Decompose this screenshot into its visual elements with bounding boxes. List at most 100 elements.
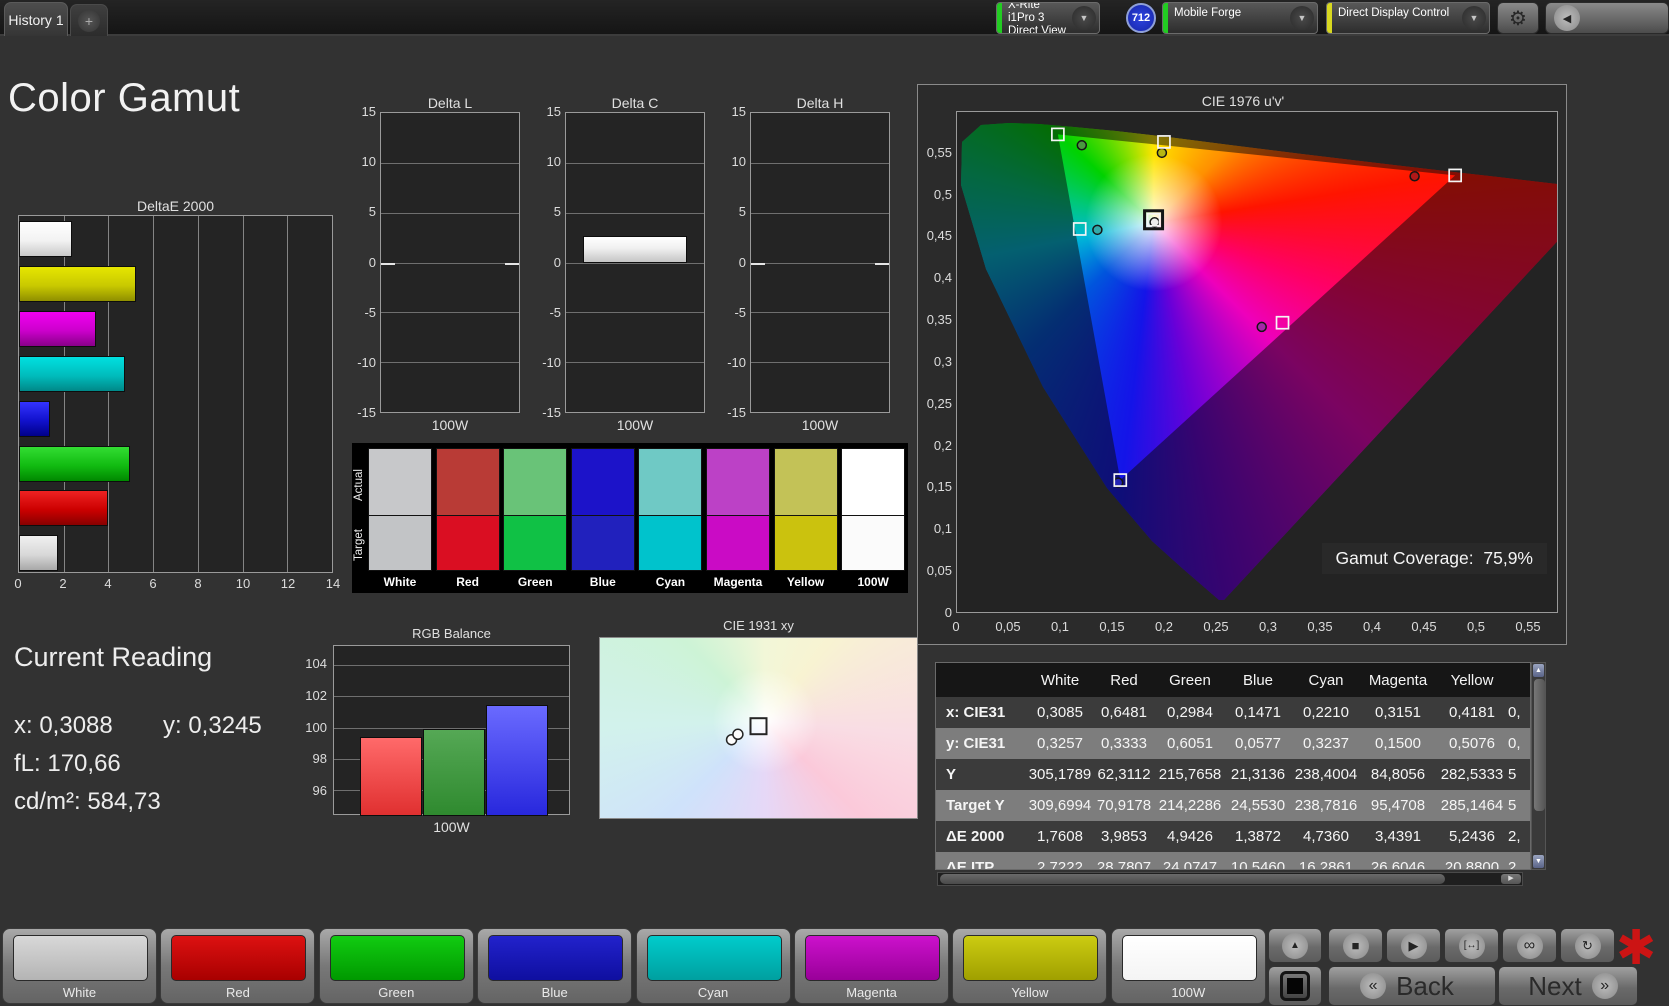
patch-button-white[interactable]: White (2, 928, 157, 1004)
patch-button-blue[interactable]: Blue (477, 928, 633, 1004)
meter-count-value: 712 (1131, 12, 1151, 24)
settings-button[interactable]: ⚙ (1497, 2, 1539, 34)
patch-button-red[interactable]: Red (160, 928, 316, 1004)
cie-y-tick-label: 0,1 (933, 521, 952, 537)
patch-button-label: Red (225, 985, 250, 1000)
cie-x-tick-label: 0,4 (1362, 619, 1382, 634)
collapse-panel-button[interactable]: ◀ (1545, 2, 1669, 34)
measured-point-green (1076, 140, 1088, 151)
actual-row-label: Actual (353, 469, 365, 501)
patch-button-label: Magenta (846, 985, 897, 1000)
actual-swatch (706, 448, 770, 516)
meter-dropdown-label: X-Rite i1Pro 3 Direct View (1008, 2, 1066, 34)
triangle-up-icon: ▲ (1282, 932, 1308, 959)
table-header-row: White Red Green Blue Cyan Magenta Yellow (936, 663, 1530, 697)
scroll-right-icon[interactable]: ▶ (1501, 874, 1521, 884)
column-header-Yellow: Yellow (1450, 671, 1494, 689)
gridline (334, 696, 569, 698)
cie-x-tick-label: 0,45 (1411, 619, 1437, 634)
rgb-balance-chart-title: RGB Balance (412, 626, 491, 641)
horizontal-scroll-thumb[interactable] (940, 874, 1445, 884)
y-tick-label: -10 (542, 354, 561, 370)
workflow-dropdown[interactable]: Direct Display Control ▼ (1326, 2, 1490, 34)
swatch-column-magenta: Magenta (706, 448, 770, 591)
swatch-label: Magenta (713, 575, 763, 589)
continuous-button[interactable]: ∞ (1502, 928, 1557, 963)
rgb-bar-red (360, 736, 422, 816)
swatch-column-green: Green (503, 448, 568, 591)
cell-value: 4,9426 (1167, 828, 1213, 845)
zero-bar-tick (381, 262, 395, 265)
back-button[interactable]: « Back (1328, 966, 1496, 1006)
cell-value: 28,7807 (1096, 859, 1152, 870)
current-reading-cdm2: cd/m²: 584,73 (14, 788, 161, 815)
current-reading-fl: fL: 170,66 (14, 750, 121, 777)
patch-button-green[interactable]: Green (318, 928, 474, 1004)
cie-y-tick-label: 0,3 (933, 353, 952, 369)
patch-button-100w[interactable]: 100W (1110, 928, 1266, 1004)
gear-icon: ⚙ (1509, 7, 1527, 30)
swatch-column-red: Red (435, 448, 500, 591)
interval-button[interactable]: [↔] (1444, 928, 1499, 963)
y-tick-label: 15 (361, 104, 376, 119)
source-dropdown[interactable]: Mobile Forge ▼ (1162, 2, 1318, 34)
gridline (566, 312, 704, 314)
gridline (381, 312, 519, 314)
current-reading-y: y: 0,3245 (163, 712, 262, 739)
deltae-bar-blue (19, 401, 50, 437)
deltae-bar-yellow (19, 266, 137, 302)
patch-button-yellow[interactable]: Yellow (952, 928, 1108, 1004)
cell-value: 238,7816 (1294, 797, 1358, 814)
cell-value: 0,2984 (1167, 704, 1213, 721)
cell-value: 0,3151 (1375, 704, 1421, 721)
gridline (751, 362, 889, 364)
table-horizontal-scrollbar[interactable]: ▶ (937, 872, 1523, 886)
actual-swatch (841, 448, 906, 516)
x-tick-label: 2 (59, 576, 67, 591)
y-tick-label: -5 (549, 304, 561, 320)
stop-button[interactable]: ■ (1328, 928, 1383, 963)
patch-swatch (13, 935, 148, 981)
unsaved-changes-indicator[interactable]: ✱ (1616, 920, 1656, 976)
cell-value: 20,8800 (1444, 859, 1500, 870)
cie-y-tick-label: 0,55 (926, 144, 952, 160)
target-swatch (570, 516, 635, 571)
patch-swatch (1121, 935, 1257, 981)
meter-dropdown[interactable]: X-Rite i1Pro 3 Direct View ▼ (996, 2, 1100, 34)
meter-count-badge[interactable]: 712 (1126, 3, 1156, 33)
cell-value-clipped: 0, (1508, 704, 1521, 721)
play-button[interactable]: ▶ (1386, 928, 1441, 963)
patch-window-up-button[interactable]: ▲ (1268, 928, 1322, 963)
y-tick-label: 0 (553, 254, 561, 270)
table-vertical-scrollbar[interactable]: ▲ ▼ (1531, 662, 1546, 870)
play-icon: ▶ (1400, 932, 1427, 959)
continuous-icon: ∞ (1516, 932, 1543, 959)
patch-button-magenta[interactable]: Magenta (794, 928, 949, 1004)
column-header-Cyan: Cyan (1308, 671, 1344, 689)
rgb-y-tick-label: 96 (312, 783, 327, 799)
cie1976-panel: CIE 1976 u'v' Gamut Coverage: 75,9% 0,55… (917, 84, 1567, 645)
patch-button-cyan[interactable]: Cyan (635, 928, 791, 1004)
deltae2000-chart (18, 215, 333, 573)
chevrons-right-icon: » (1591, 973, 1618, 999)
x-tick-label: 0 (14, 576, 22, 591)
vertical-scroll-thumb[interactable] (1534, 679, 1545, 811)
scroll-down-icon[interactable]: ▼ (1533, 855, 1544, 868)
patch-window-button[interactable] (1268, 966, 1322, 1006)
add-tab-button[interactable]: + (70, 4, 108, 36)
swatch-label: 100W (857, 575, 889, 589)
loop-button[interactable]: ↻ (1560, 928, 1615, 963)
scroll-up-icon[interactable]: ▲ (1533, 664, 1544, 677)
y-tick-label: 10 (361, 154, 376, 170)
workflow-dropdown-label: Direct Display Control (1338, 7, 1450, 19)
page-title: Color Gamut (8, 76, 241, 120)
cell-value: 4,7360 (1303, 828, 1349, 845)
cell-value: 0,3257 (1037, 735, 1083, 752)
measured-point-cyan (1092, 224, 1103, 236)
cell-value: 95,4708 (1370, 797, 1426, 814)
cell-value: 0,1471 (1235, 704, 1281, 721)
patch-swatch (805, 935, 940, 981)
rgb-balance-chart (333, 645, 570, 816)
tab-history-1[interactable]: History 1 (4, 2, 68, 36)
current-reading-title: Current Reading (14, 642, 213, 672)
